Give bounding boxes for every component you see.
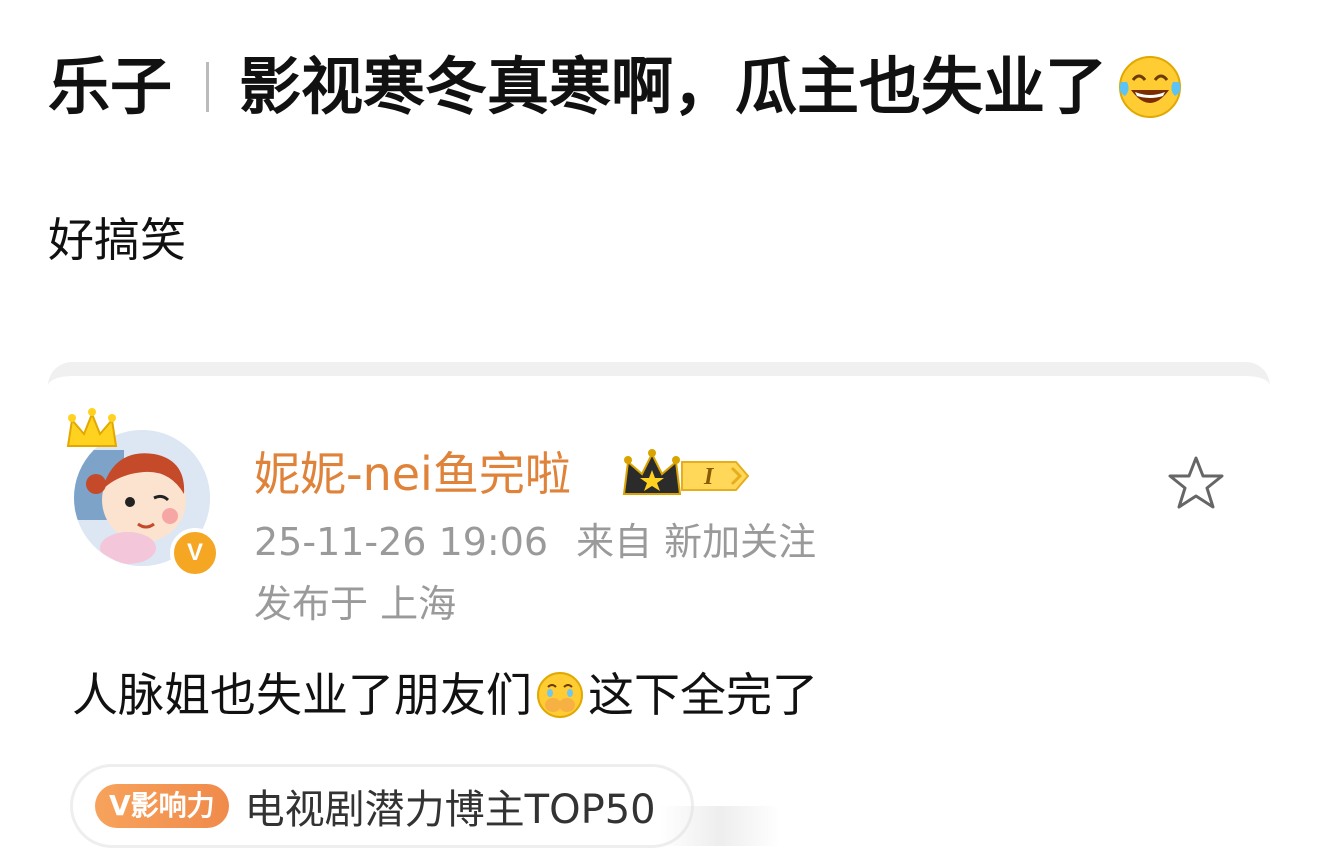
influence-badge[interactable]: V影响力 电视剧潜力博主TOP50 [70,764,694,848]
star-icon[interactable] [1166,454,1226,514]
comment-card[interactable]: V 妮妮-nei鱼完啦 I 25-11-26 19:06 来自 新加关注 发布于 … [48,362,1270,859]
comment-location: 发布于 上海 [254,582,457,626]
comment-text-before: 人脉姐也失业了朋友们 [72,668,532,722]
influence-tag: V影响力 [95,784,229,828]
comment-text-after: 这下全完了 [588,668,818,722]
fan-level-crown-badge-icon[interactable]: I [620,448,756,500]
comment-meta: 25-11-26 19:06 来自 新加关注 [254,518,816,566]
title-divider [206,62,210,112]
comment-timestamp: 25-11-26 19:06 [254,520,549,564]
covering-mouth-icon [537,672,583,718]
verified-badge-icon: V [170,528,220,578]
comment-text: 人脉姐也失业了朋友们 这下全完了 [72,666,818,724]
comment-source: 来自 新加关注 [576,520,817,564]
crown-icon [66,408,118,447]
influence-text: 电视剧潜力博主TOP50 [244,787,656,833]
level-badge-text: I [703,464,715,490]
watermark [660,806,780,846]
username[interactable]: 妮妮-nei鱼完啦 [254,446,571,502]
title-main: 影视寒冬真寒啊，瓜主也失业了 [239,50,1108,123]
title-prefix: 乐子 [48,50,173,123]
post-title: 乐子 影视寒冬真寒啊，瓜主也失业了 [48,52,1185,122]
post-body: 好搞笑 [48,213,186,267]
avatar-container[interactable]: V [66,406,220,578]
laughing-tears-icon [1119,56,1182,118]
